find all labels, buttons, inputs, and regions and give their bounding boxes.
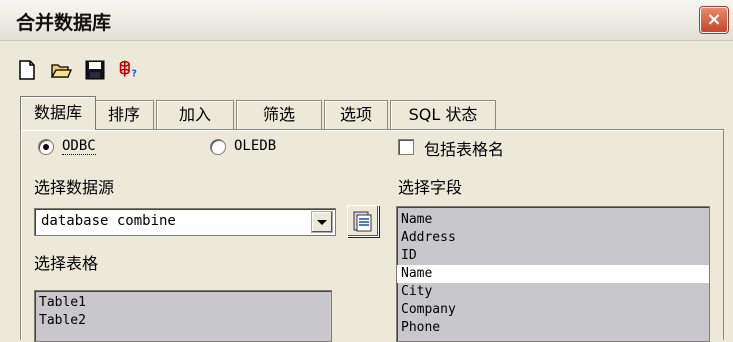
table-list-item[interactable]: Table1 (35, 294, 331, 312)
save-floppy-icon[interactable] (84, 59, 106, 81)
datasource-combobox[interactable]: database combine (34, 208, 336, 236)
toolbar: ? (0, 46, 733, 86)
new-document-icon[interactable] (16, 59, 38, 81)
tab-filter[interactable]: 筛选 (236, 100, 322, 129)
field-list-item[interactable]: Name (397, 211, 709, 229)
table-list-item[interactable]: Table2 (35, 312, 331, 330)
field-list-item[interactable]: ID (397, 247, 709, 265)
help-query-icon[interactable]: ? (118, 58, 140, 80)
select-data-source-label: 选择数据源 (34, 178, 115, 197)
select-table-label: 选择表格 (34, 254, 99, 273)
tab-sort[interactable]: 排序 (94, 100, 154, 129)
datasource-value: database combine (41, 213, 176, 229)
database-icon (353, 211, 372, 232)
include-table-names-label: 包括表格名 (424, 140, 505, 159)
odbc-label: ODBC (62, 138, 96, 155)
chevron-down-icon[interactable] (311, 211, 333, 233)
window-title: 合并数据库 (16, 12, 112, 34)
tables-listbox[interactable]: Table1 Table2 (34, 290, 332, 342)
field-list-item[interactable]: Name (397, 265, 709, 283)
include-table-names-checkbox[interactable] (398, 139, 414, 155)
svg-text:?: ? (132, 69, 137, 80)
close-icon: × (706, 9, 722, 30)
select-fields-label: 选择字段 (398, 178, 463, 197)
tab-sql-status[interactable]: SQL 状态 (390, 100, 496, 129)
fields-listbox[interactable]: Name Address ID Name City Company Phone (396, 206, 710, 342)
database-browse-button[interactable] (347, 205, 379, 237)
field-list-item[interactable]: Phone (397, 319, 709, 337)
close-button[interactable]: × (699, 6, 729, 34)
field-list-item[interactable]: Company (397, 301, 709, 319)
oledb-radio[interactable] (210, 139, 226, 155)
tab-options[interactable]: 选项 (324, 100, 388, 129)
field-list-item[interactable]: City (397, 283, 709, 301)
tab-database[interactable]: 数据库 (20, 96, 96, 130)
oledb-label: OLEDB (234, 138, 277, 154)
odbc-radio[interactable] (38, 139, 54, 155)
field-list-item[interactable]: Address (397, 229, 709, 247)
title-bar: 合并数据库 × (0, 0, 733, 41)
open-folder-icon[interactable] (50, 59, 72, 81)
tab-join[interactable]: 加入 (156, 100, 234, 129)
radio-selected-dot (43, 144, 49, 150)
